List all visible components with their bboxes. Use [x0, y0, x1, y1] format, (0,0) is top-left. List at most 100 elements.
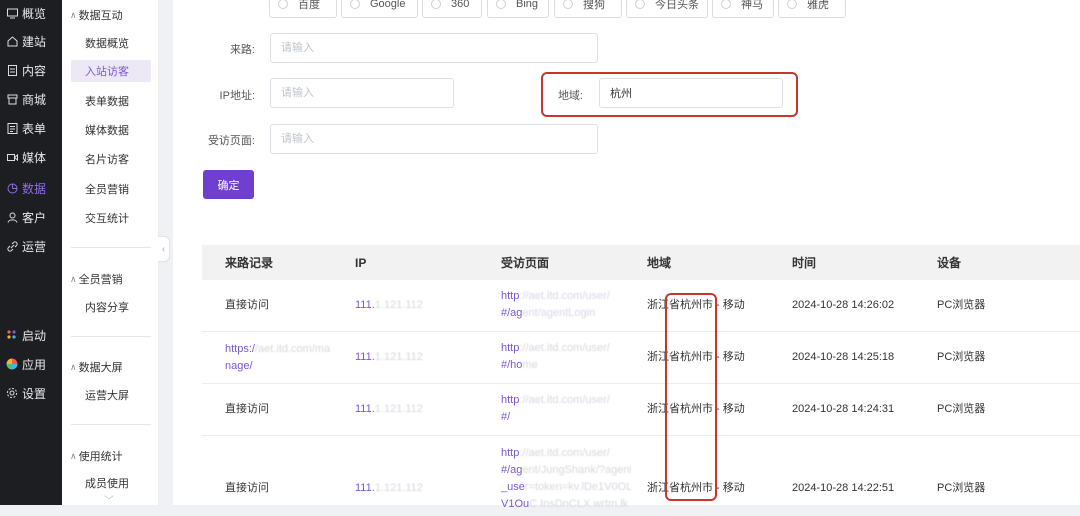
highlight-box-region-column [665, 293, 717, 501]
time-cell: 2024-10-28 14:22:51 [792, 482, 895, 494]
chart-icon [6, 182, 18, 194]
main-panel: 百度 Google 360 Bing 搜狗 今日头条 神马 雅虎 来路: IP地… [173, 0, 1080, 510]
radio-icon [350, 0, 360, 9]
subnav-item-inbound-visitors[interactable]: 入站访客 [71, 60, 151, 82]
ip-input[interactable] [270, 78, 454, 108]
user-icon [6, 211, 18, 223]
subnav-group-dashboard[interactable]: ∧ 数据大屏 [70, 359, 123, 375]
device-cell: PC浏览器 [937, 299, 986, 311]
source-link[interactable]: https://aet.itd.com/ma nage/ [225, 341, 340, 375]
nav-item-overview[interactable]: 概览 [0, 0, 62, 26]
video-icon [6, 151, 18, 163]
subnav-item-content-share[interactable]: 内容分享 [71, 296, 151, 318]
nav-item-forms[interactable]: 表单 [0, 115, 62, 141]
subnav-item-media-data[interactable]: 媒体数据 [71, 119, 151, 141]
nav-item-site[interactable]: 建站 [0, 28, 62, 54]
engine-option[interactable]: 雅虎 [778, 0, 846, 18]
radio-icon [635, 0, 645, 9]
ip-cell: 111.1.121.112 [355, 403, 423, 415]
page-input[interactable] [270, 124, 598, 154]
nav-item-operations[interactable]: 运营 [0, 233, 62, 259]
table-row[interactable]: 直接访问 111.1.121.112 http://aet.itd.com/us… [202, 280, 1080, 332]
nav-label: 表单 [22, 121, 47, 136]
subnav-item-all-marketing[interactable]: 全员营销 [71, 178, 151, 200]
source-input[interactable] [270, 33, 598, 63]
subnav-item-form-data[interactable]: 表单数据 [71, 90, 151, 112]
engine-option[interactable]: 百度 [269, 0, 337, 18]
engine-option[interactable]: 搜狗 [554, 0, 622, 18]
page-label: 受访页面: [207, 135, 255, 147]
chevron-up-icon: ∧ [70, 450, 77, 461]
nav-label: 概览 [22, 6, 47, 21]
subnav-item-interaction-stats[interactable]: 交互统计 [71, 207, 151, 229]
ip-cell: 111.1.121.112 [355, 351, 423, 363]
column-header: 设备 [937, 256, 962, 270]
engine-option[interactable]: 神马 [712, 0, 774, 18]
nav-item-store[interactable]: 商城 [0, 86, 62, 112]
column-header: 受访页面 [501, 256, 550, 270]
sub-nav: ∧ 数据互动 数据概览 入站访客 表单数据 媒体数据 名片访客 全员营销 交互统计… [62, 0, 159, 507]
ip-cell: 111.1.121.112 [355, 299, 423, 311]
highlight-box-region-filter [541, 72, 798, 117]
nav-label: 建站 [22, 34, 47, 49]
table-row[interactable]: https://aet.itd.com/ma nage/ 111.1.121.1… [202, 332, 1080, 384]
subnav-group-interaction[interactable]: ∧ 数据互动 [70, 7, 123, 23]
source-label: 来路: [229, 44, 255, 56]
table-row[interactable]: 直接访问 111.1.121.112 http://aet.itd.com/us… [202, 384, 1080, 436]
source-cell: 直接访问 [225, 482, 269, 494]
nav-item-customers[interactable]: 客户 [0, 204, 62, 230]
subnav-item-overview[interactable]: 数据概览 [71, 32, 151, 54]
main-nav: 概览 建站 内容 商城 表单 媒体 数据 客户 运营 启动 应用 设置 [0, 0, 62, 505]
ip-cell: 111.1.121.112 [355, 482, 423, 494]
radio-icon [721, 0, 731, 9]
nav-item-settings[interactable]: 设置 [0, 380, 62, 406]
chevron-left-icon: ‹ [161, 243, 166, 255]
table-row[interactable]: 直接访问 111.1.121.112 http://aet.itd.com/us… [202, 436, 1080, 516]
nav-item-media[interactable]: 媒体 [0, 144, 62, 170]
radio-icon [563, 0, 573, 9]
nav-label: 运营 [22, 239, 47, 254]
page-cell[interactable]: http://aet.itd.com/user/ #/home [501, 340, 631, 374]
monitor-icon [6, 7, 18, 19]
nav-label: 设置 [22, 386, 47, 401]
engine-option[interactable]: Bing [487, 0, 549, 18]
nav-label: 客户 [22, 210, 47, 225]
store-icon [6, 93, 18, 105]
nav-item-content[interactable]: 内容 [0, 57, 62, 83]
page-cell[interactable]: http://aet.itd.com/user/ #/agent/JungSha… [501, 445, 631, 513]
subnav-item-ops-dashboard[interactable]: 运营大屏 [71, 384, 151, 406]
subnav-item-member-usage[interactable]: 成员使用 [71, 472, 151, 494]
subnav-group-marketing[interactable]: ∧ 全员营销 [70, 271, 123, 287]
subnav-item-card-visitors[interactable]: 名片访客 [71, 148, 151, 170]
link-icon [6, 240, 18, 252]
column-header: IP [355, 255, 367, 270]
nav-label: 商城 [22, 92, 47, 107]
time-cell: 2024-10-28 14:24:31 [792, 403, 895, 415]
nav-item-data[interactable]: 数据 [0, 175, 62, 201]
page-cell[interactable]: http://aet.itd.com/user/ #/ [501, 392, 631, 426]
column-header: 来路记录 [225, 256, 274, 270]
form-icon [6, 122, 18, 134]
device-cell: PC浏览器 [937, 482, 986, 494]
nav-item-apps[interactable]: 应用 [0, 351, 62, 377]
engine-option[interactable]: Google [341, 0, 418, 18]
chevron-up-icon: ∧ [70, 9, 77, 20]
nav-item-launch[interactable]: 启动 [0, 322, 62, 348]
chevron-up-icon: ∧ [70, 273, 77, 284]
source-cell: 直接访问 [225, 403, 269, 415]
ip-label: IP地址: [219, 90, 255, 102]
divider [71, 247, 151, 248]
page-cell[interactable]: http://aet.itd.com/user/ #/agent/agentLo… [501, 288, 631, 322]
column-header: 地域 [647, 256, 672, 270]
nav-label: 媒体 [22, 150, 47, 165]
engine-option[interactable]: 360 [422, 0, 482, 18]
subnav-group-usage[interactable]: ∧ 使用统计 [70, 448, 123, 464]
time-cell: 2024-10-28 14:25:18 [792, 351, 895, 363]
column-header: 时间 [792, 256, 817, 270]
nav-label: 应用 [22, 357, 47, 372]
engine-option[interactable]: 今日头条 [626, 0, 708, 18]
radio-icon [278, 0, 288, 9]
gear-icon [6, 387, 18, 399]
confirm-button[interactable]: 确定 [203, 170, 254, 199]
collapse-sidebar-button[interactable]: ‹ [158, 236, 170, 262]
